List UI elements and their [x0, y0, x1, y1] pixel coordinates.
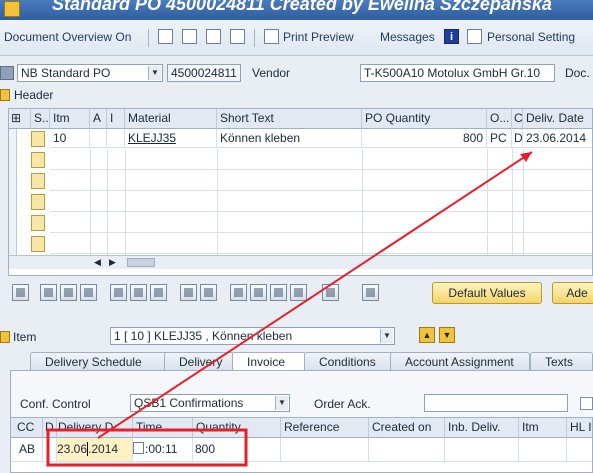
annotation-arrow-head	[520, 152, 532, 162]
annotation-overlay	[46, 151, 533, 467]
annotation-arrow-line	[97, 151, 533, 439]
annotation-highlight-box	[46, 428, 248, 467]
